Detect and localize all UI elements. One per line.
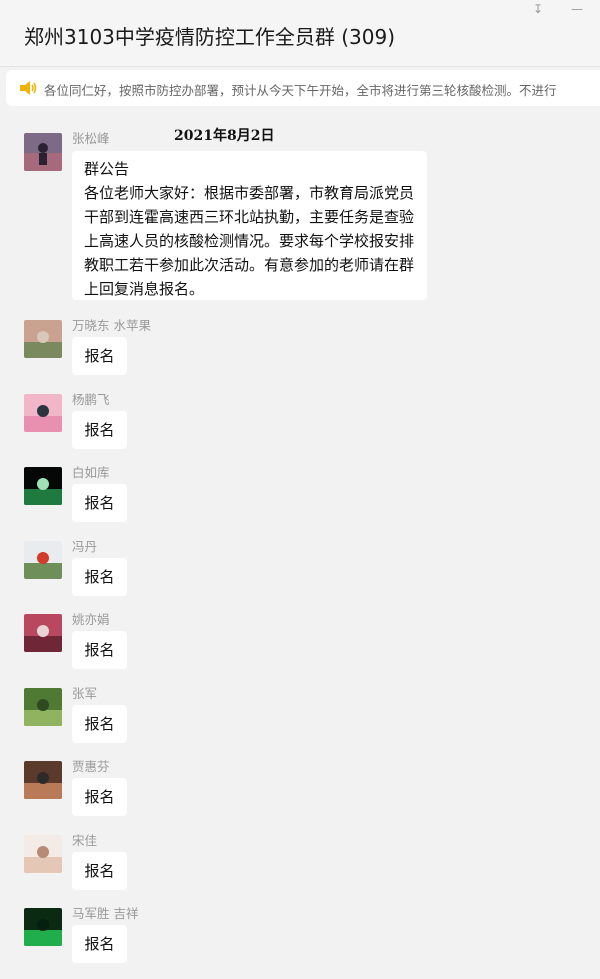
announcement-title: 群公告 [84, 160, 130, 178]
announcement-bubble[interactable]: 群公告 各位老师大家好：根据市委部署，市教育局派党员干部到连霍高速西三环北站执勤… [72, 151, 427, 300]
date-stamp: 2021年8月2日 [174, 128, 275, 144]
message-bubble[interactable]: 报名 [72, 631, 127, 669]
avatar[interactable] [24, 540, 62, 579]
message-bubble[interactable]: 报名 [72, 778, 127, 816]
chat-header: 郑州3103中学疫情防控工作全员群 (309) ↧ — [0, 0, 600, 67]
minimize-icon[interactable]: — [571, 2, 583, 16]
avatar[interactable] [24, 614, 62, 652]
avatar[interactable] [24, 467, 62, 505]
message-bubble[interactable]: 报名 [72, 925, 127, 963]
message-list[interactable]: 2021年8月2日 张松峰 群公告 各位老师大家好：根据市委部署，市教育局派党员… [0, 108, 600, 979]
announcement-body: 各位老师大家好：根据市委部署，市教育局派党员干部到连霍高速西三环北站执勤，主要任… [84, 184, 415, 298]
sender-name: 张松峰 [72, 131, 110, 146]
sender-name: 马军胜 吉祥 [72, 906, 139, 921]
message-bubble[interactable]: 报名 [72, 557, 127, 596]
pin-icon[interactable]: ↧ [533, 2, 543, 16]
avatar[interactable] [24, 834, 62, 873]
sender-name: 张军 [72, 685, 98, 701]
sender-name: 杨鹏飞 [72, 391, 110, 407]
avatar[interactable] [24, 908, 62, 946]
avatar[interactable] [24, 133, 62, 171]
sender-name: 白如库 [72, 465, 110, 480]
group-title: 郑州3103中学疫情防控工作全员群 (309) [24, 25, 396, 49]
sender-name: 万晓东 水苹果 [72, 318, 151, 333]
message-bubble[interactable]: 报名 [72, 851, 127, 890]
avatar[interactable] [24, 320, 62, 358]
notice-text: 各位同仁好，按照市防控办部署，预计从今天下午开始，全市将进行第三轮核酸检测。不进… [44, 83, 557, 98]
sender-name: 贾惠芬 [72, 759, 110, 774]
message-bubble[interactable]: 报名 [72, 337, 127, 375]
sender-name: 姚亦娟 [72, 612, 110, 627]
message-bubble[interactable]: 报名 [72, 410, 127, 449]
avatar[interactable] [24, 393, 62, 432]
sender-name: 冯丹 [72, 538, 98, 554]
message-bubble[interactable]: 报名 [72, 704, 127, 743]
avatar[interactable] [24, 687, 62, 726]
speaker-icon [20, 81, 37, 95]
avatar[interactable] [24, 761, 62, 799]
sender-name: 宋佳 [72, 832, 98, 848]
group-notice-bar[interactable]: 各位同仁好，按照市防控办部署，预计从今天下午开始，全市将进行第三轮核酸检测。不进… [6, 70, 600, 106]
message-bubble[interactable]: 报名 [72, 484, 127, 522]
